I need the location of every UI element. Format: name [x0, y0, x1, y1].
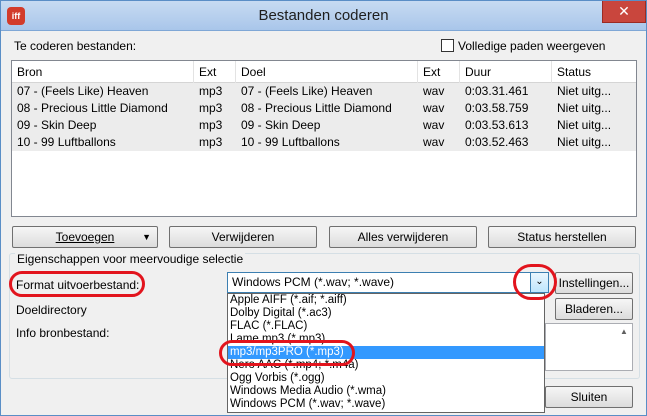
cell-target-ext: wav	[423, 84, 445, 98]
column-header-duration[interactable]: Duur	[460, 61, 552, 83]
group-title: Eigenschappen voor meervoudige selectie	[15, 252, 246, 266]
add-button-label: Toevoegen	[55, 230, 115, 244]
cell-target: 07 - (Feels Like) Heaven	[241, 84, 373, 98]
column-header-source[interactable]: Bron	[12, 61, 194, 83]
cell-status: Niet uitg...	[557, 135, 612, 149]
table-row[interactable]: 07 - (Feels Like) Heaven mp3 07 - (Feels…	[12, 83, 636, 100]
annotation-ring-combo-arrow	[513, 264, 557, 300]
source-info-box: ▲	[545, 323, 633, 371]
cell-duration: 0:03.52.463	[465, 135, 529, 149]
annotation-ring-mp3pro-option	[219, 340, 355, 366]
cell-status: Niet uitg...	[557, 101, 612, 115]
close-window-button[interactable]: ✕	[602, 1, 646, 23]
cell-target: 08 - Precious Little Diamond	[241, 101, 392, 115]
cell-source-ext: mp3	[199, 118, 223, 132]
format-option[interactable]: Windows PCM (*.wav; *.wave)	[228, 398, 544, 411]
cell-duration: 0:03.53.613	[465, 118, 529, 132]
cell-duration: 0:03.31.461	[465, 84, 529, 98]
cell-source-ext: mp3	[199, 84, 223, 98]
list-header: Bron Ext Doel Ext Duur Status	[12, 61, 636, 83]
title-bar: iff Bestanden coderen ✕	[1, 1, 646, 31]
full-paths-checkbox[interactable]	[441, 39, 454, 52]
browse-button[interactable]: Bladeren...	[555, 298, 633, 320]
add-button[interactable]: Toevoegen ▼	[12, 226, 158, 248]
destination-directory-label: Doeldirectory	[16, 303, 87, 317]
cell-target: 09 - Skin Deep	[241, 118, 321, 132]
column-header-source-ext[interactable]: Ext	[194, 61, 236, 83]
table-row[interactable]: 10 - 99 Luftballons mp3 10 - 99 Luftball…	[12, 134, 636, 151]
cell-source-ext: mp3	[199, 135, 223, 149]
remove-all-button[interactable]: Alles verwijderen	[329, 226, 477, 248]
cell-target-ext: wav	[423, 101, 445, 115]
files-list[interactable]: Bron Ext Doel Ext Duur Status 07 - (Feel…	[11, 60, 637, 217]
window-title: Bestanden coderen	[258, 7, 389, 24]
reset-status-button[interactable]: Status herstellen	[488, 226, 636, 248]
column-header-target[interactable]: Doel	[236, 61, 418, 83]
cell-source-ext: mp3	[199, 101, 223, 115]
cell-status: Niet uitg...	[557, 118, 612, 132]
cell-duration: 0:03.58.759	[465, 101, 529, 115]
table-row[interactable]: 08 - Precious Little Diamond mp3 08 - Pr…	[12, 100, 636, 117]
cell-source: 10 - 99 Luftballons	[17, 135, 116, 149]
close-button[interactable]: Sluiten	[545, 386, 633, 408]
remove-button[interactable]: Verwijderen	[169, 226, 317, 248]
cell-target: 10 - 99 Luftballons	[241, 135, 340, 149]
source-info-label: Info bronbestand:	[16, 326, 110, 340]
output-format-select[interactable]: Windows PCM (*.wav; *.wave) ⌄	[227, 272, 549, 293]
output-format-value: Windows PCM (*.wav; *.wave)	[232, 275, 395, 289]
cell-target-ext: wav	[423, 118, 445, 132]
format-option[interactable]: Ogg Vorbis (*.ogg)	[228, 372, 544, 385]
table-row[interactable]: 09 - Skin Deep mp3 09 - Skin Deep wav 0:…	[12, 117, 636, 134]
format-option[interactable]: Apple AIFF (*.aif; *.aiff)	[228, 294, 544, 307]
cell-source: 07 - (Feels Like) Heaven	[17, 84, 149, 98]
encode-files-window: iff Bestanden coderen ✕ Te coderen besta…	[0, 0, 647, 416]
cell-source: 08 - Precious Little Diamond	[17, 101, 168, 115]
files-label: Te coderen bestanden:	[14, 39, 137, 53]
cell-source: 09 - Skin Deep	[17, 118, 97, 132]
format-option[interactable]: FLAC (*.FLAC)	[228, 320, 544, 333]
cell-status: Niet uitg...	[557, 84, 612, 98]
format-option[interactable]: Dolby Digital (*.ac3)	[228, 307, 544, 320]
full-paths-label: Volledige paden weergeven	[458, 39, 606, 53]
annotation-ring-format-label	[9, 271, 145, 297]
column-header-status[interactable]: Status	[552, 61, 636, 83]
scroll-up-icon[interactable]: ▲	[616, 324, 632, 340]
dropdown-arrow-icon: ▼	[142, 232, 151, 242]
column-header-target-ext[interactable]: Ext	[418, 61, 460, 83]
settings-button[interactable]: Instellingen...	[555, 272, 633, 294]
cell-target-ext: wav	[423, 135, 445, 149]
format-option[interactable]: Windows Media Audio (*.wma)	[228, 385, 544, 398]
